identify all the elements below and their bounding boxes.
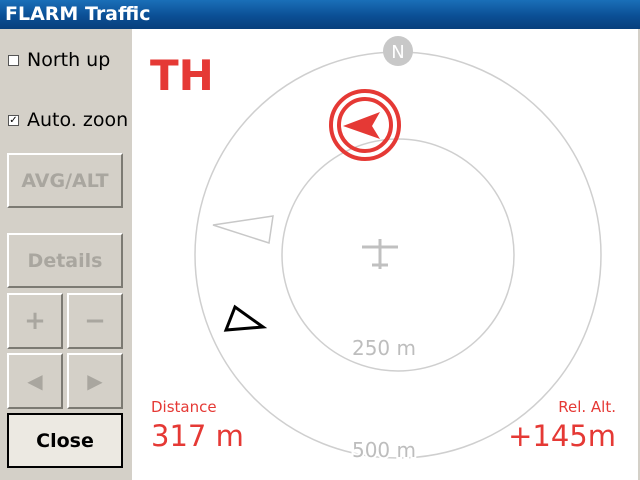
close-button[interactable]: Close	[7, 413, 123, 468]
rel-alt-value: +145m	[508, 419, 616, 453]
previous-target-button[interactable]: ◀	[7, 353, 63, 409]
arrow-left-icon: ◀	[27, 369, 43, 393]
sidebar: North up ✓ Auto. zoon AVG/ALT Details + …	[0, 29, 131, 480]
north-indicator: N	[383, 36, 413, 66]
distance-label: Distance	[151, 398, 217, 416]
details-button[interactable]: Details	[7, 233, 123, 288]
flarm-radar[interactable]: N 250 m 500 m TH Distance 317 m Rel. Alt…	[132, 29, 638, 480]
north-up-label: North up	[27, 49, 111, 71]
outer-ring-label: 500 m	[352, 438, 416, 462]
minus-icon: −	[84, 306, 106, 336]
rel-alt-label: Rel. Alt.	[558, 398, 616, 416]
traffic-arrow-icon	[343, 112, 380, 139]
own-aircraft-icon	[362, 239, 398, 269]
traffic-target-distant[interactable]	[212, 215, 274, 244]
target-id: TH	[150, 51, 214, 100]
auto-zoom-label: Auto. zoon	[27, 109, 129, 131]
arrow-right-icon: ▶	[87, 369, 103, 393]
avg-alt-button[interactable]: AVG/ALT	[7, 153, 123, 208]
traffic-target-near[interactable]	[223, 304, 268, 332]
north-label: N	[391, 42, 404, 63]
plus-icon: +	[24, 306, 46, 336]
zoom-in-button[interactable]: +	[7, 293, 63, 349]
zoom-out-button[interactable]: −	[67, 293, 123, 349]
distance-value: 317 m	[151, 419, 244, 453]
inner-ring-label: 250 m	[352, 336, 416, 360]
next-target-button[interactable]: ▶	[67, 353, 123, 409]
north-up-checkbox[interactable]: North up	[8, 49, 110, 71]
selected-traffic-target[interactable]	[329, 89, 401, 161]
title-bar: FLARM Traffic	[0, 0, 640, 29]
north-up-checkbox-box[interactable]	[8, 54, 19, 66]
auto-zoom-checkbox[interactable]: ✓ Auto. zoon	[8, 109, 128, 131]
window-title: FLARM Traffic	[5, 3, 151, 25]
auto-zoom-checkbox-box[interactable]: ✓	[8, 114, 19, 126]
